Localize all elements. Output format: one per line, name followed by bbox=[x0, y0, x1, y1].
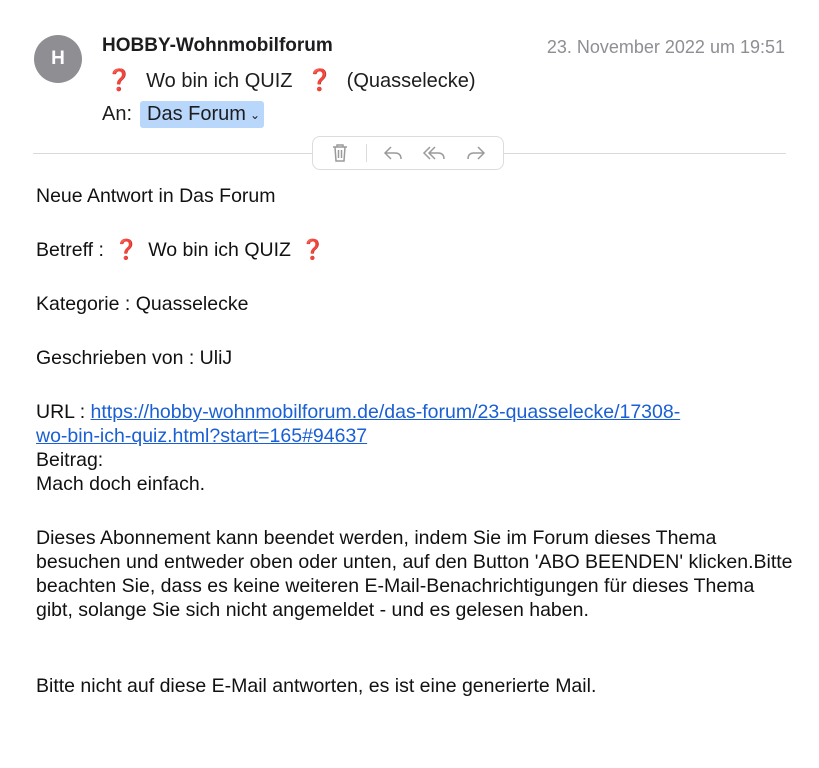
subject-text: Wo bin ich QUIZ bbox=[146, 69, 293, 92]
question-mark-icon: ❓ bbox=[300, 239, 326, 261]
forward-icon bbox=[467, 146, 486, 160]
message-body: Neue Antwort in Das Forum Betreff : ❓ Wo b… bbox=[36, 184, 796, 698]
chevron-down-icon: ⌄ bbox=[249, 107, 260, 122]
message-toolbar bbox=[312, 136, 504, 170]
subject-line: Betreff : ❓ Wo bin ich QUIZ ❓ bbox=[36, 238, 796, 262]
sender-name: HOBBY-Wohnmobilforum bbox=[102, 35, 333, 56]
no-reply-notice: Bitte nicht auf diese E-Mail antworten, … bbox=[36, 675, 597, 697]
recipient-name: Das Forum bbox=[147, 103, 246, 125]
post-label: Beitrag: bbox=[36, 449, 104, 471]
url-part-1: https://hobby-wohnmobilforum.de/das-foru… bbox=[90, 401, 681, 423]
url-label: URL : bbox=[36, 401, 86, 423]
recipient-token[interactable]: Das Forum ⌄ bbox=[140, 101, 264, 128]
reply-all-button[interactable] bbox=[420, 140, 450, 166]
question-mark-icon: ❓ bbox=[113, 239, 139, 261]
url-line: URL : https://hobby-wohnmobilforum.de/da… bbox=[36, 400, 796, 448]
delete-button[interactable] bbox=[325, 140, 355, 166]
post-text: Mach doch einfach. bbox=[36, 473, 206, 495]
url-part-2: wo-bin-ich-quiz.html?start=165#94637 bbox=[36, 425, 368, 447]
unsubscribe-notice: Dieses Abonnement kann beendet werden, i… bbox=[36, 527, 793, 621]
trash-icon bbox=[332, 144, 347, 162]
toolbar-separator bbox=[366, 144, 368, 162]
question-mark-icon: ❓ bbox=[106, 69, 133, 92]
recipient-row: An: Das Forum ⌄ bbox=[102, 101, 264, 128]
subject-line-text: Wo bin ich QUIZ bbox=[148, 239, 291, 261]
reply-icon bbox=[384, 146, 403, 160]
category-line: Kategorie : Quasselecke bbox=[36, 293, 249, 315]
new-reply-line: Neue Antwort in Das Forum bbox=[36, 185, 276, 207]
reply-all-icon bbox=[422, 146, 445, 160]
message-date: 23. November 2022 um 19:51 bbox=[546, 37, 785, 57]
subject-category: (Quasselecke) bbox=[346, 69, 476, 92]
forum-link[interactable]: https://hobby-wohnmobilforum.de/das-foru… bbox=[36, 401, 680, 447]
subject-label: Betreff : bbox=[36, 239, 104, 261]
question-mark-icon: ❓ bbox=[306, 69, 333, 92]
to-label: An: bbox=[102, 103, 133, 125]
avatar: H bbox=[34, 35, 82, 83]
author-line: Geschrieben von : UliJ bbox=[36, 347, 233, 369]
message-subject: ❓ Wo bin ich QUIZ ❓ (Quasselecke) bbox=[106, 69, 476, 93]
forward-button[interactable] bbox=[461, 140, 491, 166]
reply-button[interactable] bbox=[378, 140, 408, 166]
